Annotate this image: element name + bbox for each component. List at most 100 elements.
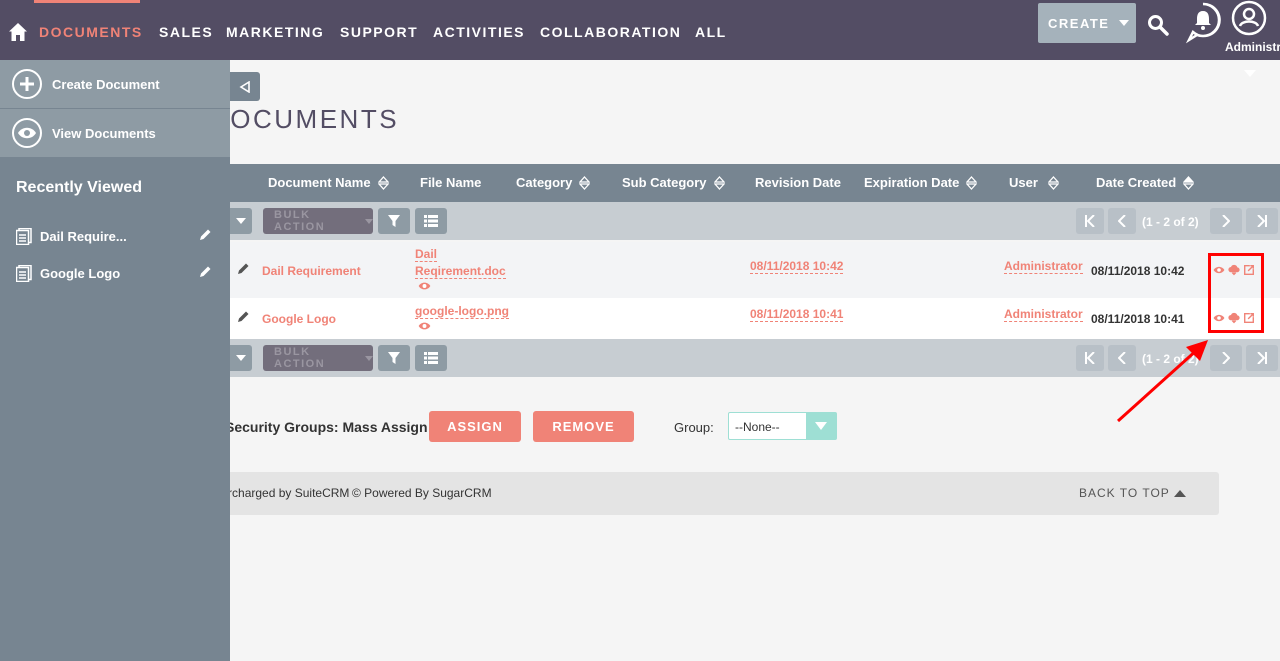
file-name-link-line2[interactable]: Reqirement.doc	[415, 264, 506, 279]
document-name-link[interactable]: Google Logo	[262, 312, 336, 326]
column-chooser-button[interactable]	[415, 208, 447, 234]
last-page-button[interactable]	[1246, 345, 1278, 371]
chevron-left-icon	[1118, 215, 1126, 227]
nav-tab-documents[interactable]: DOCUMENTS	[39, 24, 143, 40]
document-name-link[interactable]: Dail Requirement	[262, 264, 361, 278]
sidebar-collapse-button[interactable]	[230, 72, 260, 101]
chevron-left-icon	[1118, 352, 1126, 364]
sidebar-action-label: View Documents	[52, 125, 156, 141]
recently-viewed-title: Recently Viewed	[16, 179, 142, 196]
table-row: Google Logo google-logo.png 08/11/2018 1…	[230, 298, 1280, 339]
sidebar-action-view-documents[interactable]: View Documents	[0, 109, 230, 157]
pencil-icon[interactable]	[236, 310, 250, 324]
assign-button[interactable]: ASSIGN	[429, 411, 521, 442]
column-header-user[interactable]: User	[1009, 175, 1059, 190]
create-button-label: CREATE	[1048, 15, 1110, 31]
pencil-icon[interactable]	[198, 265, 212, 279]
nav-tab-collaboration[interactable]: COLLABORATION	[540, 24, 681, 40]
group-select[interactable]: --None--	[728, 412, 837, 440]
group-label: Group:	[674, 420, 714, 435]
chevron-up-icon	[1173, 489, 1186, 497]
list-icon	[424, 215, 438, 227]
file-name-link[interactable]: Dail	[415, 247, 438, 262]
filter-icon	[388, 214, 400, 227]
sidebar: Create Document View Documents Recently …	[0, 60, 230, 661]
document-icon	[16, 227, 32, 245]
remove-button[interactable]: REMOVE	[533, 411, 634, 442]
nav-tab-marketing[interactable]: MARKETING	[226, 24, 324, 40]
back-to-top-link[interactable]: BACK TO TOP	[1079, 486, 1186, 500]
bulk-action-button[interactable]: BULK ACTION	[263, 345, 373, 371]
annotation-highlight-box	[1208, 253, 1264, 333]
column-header-date-created[interactable]: Date Created	[1096, 175, 1195, 190]
footer: Supercharged by SuiteCRM © Powered By Su…	[200, 472, 1219, 515]
column-header-sub-category[interactable]: Sub Category	[622, 175, 725, 190]
bulk-action-button[interactable]: BULK ACTION	[263, 208, 373, 234]
user-link[interactable]: Administrator	[1004, 307, 1083, 322]
home-icon[interactable]	[8, 22, 28, 42]
plus-icon	[12, 69, 42, 99]
chevron-down-icon	[365, 355, 373, 361]
triangle-left-icon	[239, 80, 250, 93]
first-page-button[interactable]	[1076, 345, 1104, 371]
chevron-down-icon	[1119, 20, 1130, 26]
select-all-dropdown[interactable]	[230, 345, 252, 371]
last-page-icon	[1257, 352, 1267, 364]
security-groups-label: Security Groups: Mass Assign	[225, 419, 428, 435]
pagination-count: (1 - 2 of 2)	[1142, 215, 1199, 229]
previous-page-button[interactable]	[1108, 208, 1136, 234]
pagination-count: (1 - 2 of 2)	[1142, 352, 1199, 366]
bell-icon[interactable]	[1185, 2, 1221, 46]
chevron-right-icon	[1222, 352, 1230, 364]
sidebar-action-create-document[interactable]: Create Document	[0, 60, 230, 108]
column-header-document-name[interactable]: Document Name	[268, 175, 389, 190]
recent-item-dail-requirement[interactable]: Dail Require...	[16, 226, 216, 246]
table-header: Document Name File Name Category Sub Cat…	[230, 164, 1280, 202]
last-page-button[interactable]	[1246, 208, 1278, 234]
nav-tab-sales[interactable]: SALES	[159, 24, 213, 40]
nav-tab-support[interactable]: SUPPORT	[340, 24, 418, 40]
sort-icon-active	[1183, 175, 1195, 190]
previous-page-button[interactable]	[1108, 345, 1136, 371]
select-all-dropdown[interactable]	[230, 208, 252, 234]
pencil-icon[interactable]	[198, 228, 212, 242]
user-avatar-icon[interactable]	[1231, 0, 1267, 36]
revision-date[interactable]: 08/11/2018 10:41	[750, 307, 844, 322]
next-page-button[interactable]	[1210, 208, 1242, 234]
nav-tab-all[interactable]: ALL	[695, 24, 727, 40]
date-created: 08/11/2018 10:41	[1091, 312, 1185, 326]
user-link[interactable]: Administrator	[1004, 259, 1083, 274]
column-header-file-name[interactable]: File Name	[420, 175, 481, 190]
sidebar-action-label: Create Document	[52, 76, 160, 92]
pencil-icon[interactable]	[236, 262, 250, 276]
column-header-revision-date[interactable]: Revision Date	[755, 175, 841, 190]
pagination-row-top: BULK ACTION (1 - 2 of 2)	[230, 202, 1280, 240]
chevron-down-icon	[365, 218, 373, 224]
recent-item-google-logo[interactable]: Google Logo	[16, 263, 216, 283]
sort-icon	[377, 175, 389, 190]
column-chooser-button[interactable]	[415, 345, 447, 371]
first-page-icon	[1085, 352, 1095, 364]
eye-icon[interactable]	[418, 281, 431, 291]
file-name-link[interactable]: google-logo.png	[415, 304, 509, 319]
search-icon[interactable]	[1146, 13, 1170, 37]
pagination-row-bottom: BULK ACTION (1 - 2 of 2)	[230, 339, 1280, 377]
eye-icon	[12, 118, 42, 148]
revision-date[interactable]: 08/11/2018 10:42	[750, 259, 844, 274]
table-row: Dail Requirement Dail Reqirement.doc 08/…	[230, 242, 1280, 298]
user-menu-caret-icon[interactable]	[1244, 70, 1256, 77]
footer-sugarcrm-link[interactable]: © Powered By SugarCRM	[352, 486, 492, 500]
sort-icon	[966, 175, 978, 190]
user-menu-label[interactable]: Administrator	[1225, 40, 1280, 54]
next-page-button[interactable]	[1210, 345, 1242, 371]
last-page-icon	[1257, 215, 1267, 227]
chevron-right-icon	[1222, 215, 1230, 227]
create-button[interactable]: CREATE	[1038, 3, 1136, 43]
filter-button[interactable]	[378, 208, 410, 234]
column-header-category[interactable]: Category	[516, 175, 591, 190]
filter-button[interactable]	[378, 345, 410, 371]
eye-icon[interactable]	[418, 321, 431, 331]
column-header-expiration-date[interactable]: Expiration Date	[864, 175, 978, 190]
nav-tab-activities[interactable]: ACTIVITIES	[433, 24, 525, 40]
first-page-button[interactable]	[1076, 208, 1104, 234]
